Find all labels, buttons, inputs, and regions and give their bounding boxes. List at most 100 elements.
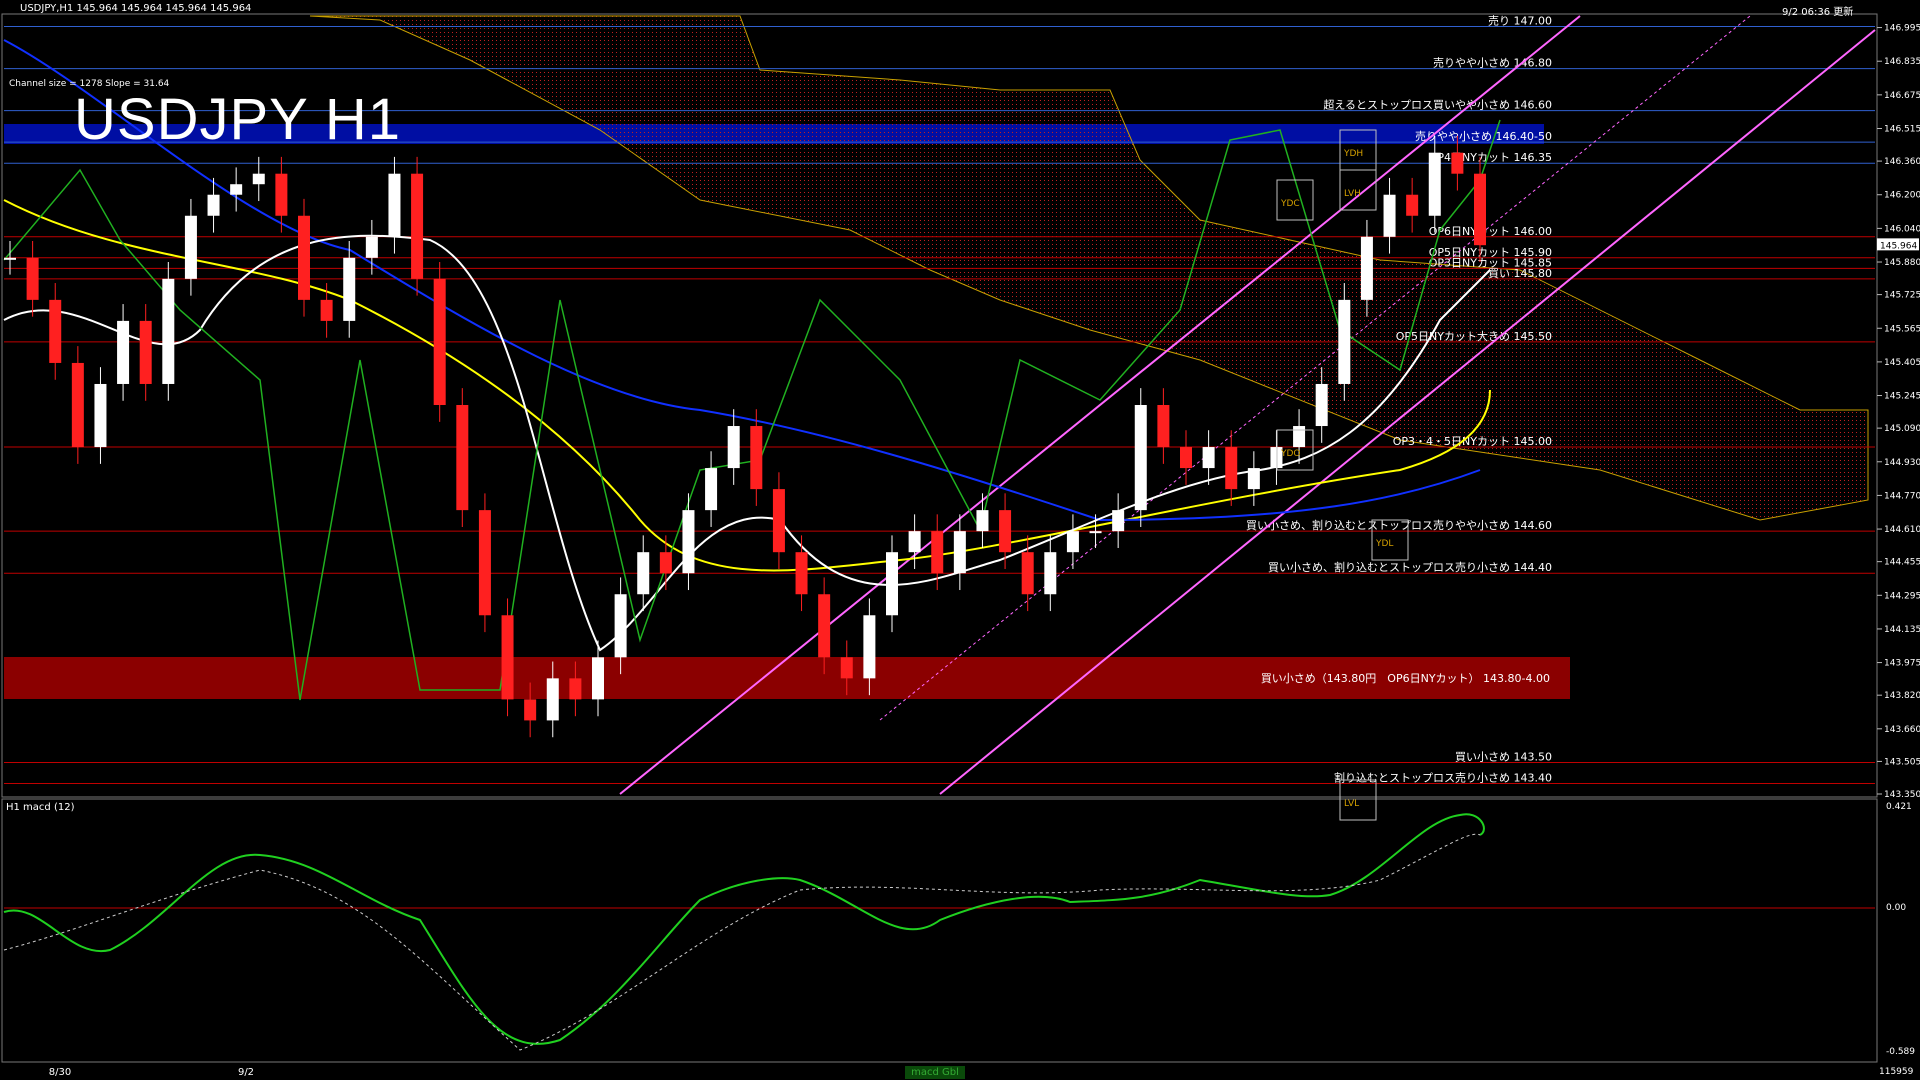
level-label: 買い小さめ 143.50	[1455, 750, 1552, 763]
candle-body	[863, 615, 876, 679]
axis-tick-label: 144.770	[1884, 491, 1920, 501]
lvh-label: LVH	[1344, 189, 1361, 199]
candle-body	[976, 510, 989, 532]
ydl-label: YDL	[1375, 539, 1393, 549]
axis-tick-label: 145.880	[1884, 258, 1920, 268]
candle-body	[1225, 447, 1238, 490]
symbol-watermark: USDJPY H1	[74, 87, 402, 152]
candle-body	[1202, 447, 1215, 469]
candle-body	[637, 552, 650, 595]
candle-body	[252, 173, 265, 185]
axis-tick-label: 143.660	[1884, 725, 1920, 735]
candle-body	[1338, 299, 1351, 384]
axis-tick-label: 146.360	[1884, 157, 1920, 167]
axis-tick-label: 144.930	[1884, 458, 1920, 468]
candle-body	[1360, 236, 1373, 300]
tab-date-1[interactable]: 8/30	[0, 1066, 120, 1079]
candle-body	[1474, 173, 1486, 246]
candle-body	[298, 215, 310, 300]
candle-body	[524, 699, 537, 721]
candle-body	[1428, 152, 1441, 216]
axis-tick-label: 146.995	[1884, 24, 1920, 34]
candle-body	[71, 362, 84, 448]
candle-body	[1089, 531, 1102, 534]
price-chart[interactable]: 買い小さめ（143.80円 OP6日NYカット） 143.80-4.00 売り 1…	[0, 0, 1920, 1080]
candle-body	[94, 383, 107, 448]
candle-body	[592, 657, 604, 700]
axis-tick-label: 143.505	[1884, 757, 1920, 767]
level-label: OP5日NYカット大きめ 145.50	[1396, 329, 1552, 343]
macd-axis-top: 0.421	[1886, 802, 1912, 812]
candle-body	[931, 531, 944, 574]
axis-tick-label: 146.675	[1884, 91, 1920, 101]
candle-body	[411, 173, 424, 279]
candle-body	[343, 257, 356, 321]
axis-tick-label: 146.040	[1884, 224, 1920, 234]
candle-body	[705, 468, 718, 511]
candle-body	[320, 299, 333, 321]
candle-body	[162, 278, 175, 384]
level-label: OP6日NYカット 146.00	[1429, 225, 1552, 238]
level-label: 買い小さめ、割り込むとストップロス売り小さめ 144.40	[1268, 560, 1552, 574]
candle-body	[184, 215, 197, 279]
candle-body	[478, 510, 491, 616]
level-label: OP3・4・5日NYカット 145.00	[1393, 435, 1552, 448]
axis-tick-label: 145.090	[1884, 424, 1920, 434]
axis-tick-label: 143.350	[1884, 790, 1920, 800]
axis-tick-label: 144.135	[1884, 625, 1920, 635]
ydh-label: YDH	[1343, 149, 1363, 159]
candle-body	[1157, 405, 1170, 448]
tab-macd[interactable]: macd Gbl	[905, 1066, 965, 1079]
axis-tick-label: 145.725	[1884, 291, 1920, 301]
axis-tick-label: 144.455	[1884, 558, 1920, 568]
ydc-label: YDC	[1280, 199, 1300, 209]
candle-body	[1247, 468, 1260, 490]
axis-tick-label: 143.975	[1884, 659, 1920, 669]
axis-tick-label: 145.565	[1884, 324, 1920, 334]
macd-footer: 115959	[1879, 1067, 1914, 1077]
level-label: 買い 145.80	[1488, 267, 1552, 280]
axis-tick-label: 145.405	[1884, 358, 1920, 368]
candle-body	[546, 678, 559, 721]
candle-body	[1406, 194, 1419, 216]
candle-body	[999, 510, 1012, 553]
candle-body	[388, 173, 401, 237]
candle-body	[886, 552, 898, 616]
candle-body	[727, 426, 740, 469]
candle-body	[230, 184, 243, 195]
macd-axis-zero: 0.00	[1886, 903, 1907, 913]
candle-body	[49, 299, 62, 363]
candle-body	[1134, 405, 1147, 511]
candle-body	[682, 510, 695, 574]
candle-body	[456, 405, 469, 511]
candle-body	[275, 173, 288, 216]
level-label: 超えるとストップロス買いやや小さめ 146.60	[1323, 98, 1552, 112]
tab-date-2[interactable]: 9/2	[186, 1066, 306, 1079]
candle-body	[569, 678, 582, 700]
axis-tick-label: 144.610	[1884, 525, 1920, 535]
candle-body	[1021, 552, 1034, 595]
candle-body	[908, 531, 921, 553]
axis-tick-label: 145.245	[1884, 392, 1920, 402]
candle-body	[207, 194, 220, 216]
candle-body	[1044, 552, 1057, 595]
ydo-label: YDO	[1280, 449, 1301, 459]
current-price-label: 145.964	[1880, 241, 1917, 251]
macd-line	[3, 813, 1485, 1045]
lvl-label: LVL	[1344, 799, 1359, 809]
candle-body	[26, 257, 39, 300]
macd-pane-frame	[1, 798, 1878, 1063]
level-label: 割り込むとストップロス売り小さめ 143.40	[1334, 770, 1552, 784]
candle-body	[501, 615, 514, 700]
symbol-info: USDJPY,H1 145.964 145.964 145.964 145.96…	[20, 3, 252, 14]
candle-body	[953, 531, 966, 574]
candle-body	[1315, 383, 1328, 427]
level-label: 売りやや小さめ 146.80	[1433, 57, 1552, 70]
candle-body	[1451, 152, 1464, 174]
macd-axis-bottom: -0.589	[1886, 1047, 1916, 1057]
candle-body	[433, 278, 446, 405]
axis-tick-label: 144.295	[1884, 591, 1920, 601]
macd-signal	[3, 833, 1481, 1051]
candle-body	[1383, 194, 1396, 237]
macd-title: H1 macd (12)	[6, 802, 75, 813]
